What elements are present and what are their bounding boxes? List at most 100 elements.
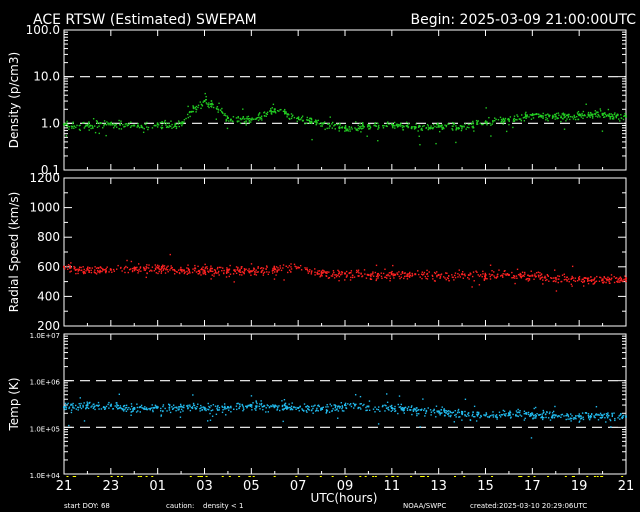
data-point: [429, 409, 432, 411]
data-point: [92, 118, 95, 120]
data-point: [226, 270, 228, 272]
data-point: [208, 106, 210, 109]
data-point: [418, 273, 420, 276]
data-point: [590, 111, 592, 114]
data-point: [230, 411, 232, 413]
data-point: [573, 416, 575, 419]
data-point: [147, 128, 149, 131]
data-point: [581, 112, 583, 115]
data-point: [278, 110, 280, 112]
data-point: [548, 280, 550, 282]
data-point: [79, 129, 81, 132]
data-point: [367, 124, 369, 126]
caution-mark: [359, 476, 362, 477]
data-point: [235, 272, 238, 274]
data-point: [345, 128, 347, 131]
data-point: [234, 269, 236, 271]
data-point: [533, 278, 535, 280]
data-point: [560, 416, 562, 418]
data-point: [361, 275, 363, 278]
data-point: [79, 124, 81, 126]
data-point: [241, 274, 243, 276]
data-point: [216, 407, 218, 410]
x-tick-label: 01: [149, 479, 166, 494]
data-point: [279, 265, 281, 267]
caution-mark: [533, 476, 536, 477]
data-point: [211, 267, 214, 270]
y-tick-label: 1.0E+06: [30, 379, 61, 387]
data-point: [93, 125, 96, 127]
data-point: [431, 275, 434, 277]
data-point: [290, 407, 293, 410]
data-point: [157, 267, 160, 269]
data-point: [99, 266, 102, 268]
data-point: [165, 269, 167, 271]
data-point: [156, 126, 159, 128]
data-point: [540, 273, 543, 275]
data-point: [362, 127, 364, 130]
data-point: [94, 269, 96, 271]
data-point: [221, 107, 223, 110]
data-point: [160, 415, 162, 417]
data-point: [378, 124, 380, 127]
data-point: [99, 122, 101, 125]
data-point: [311, 138, 313, 141]
data-point: [66, 403, 68, 406]
data-point: [157, 272, 159, 275]
data-point: [225, 414, 227, 416]
data-point: [255, 400, 257, 402]
data-point: [558, 114, 560, 116]
data-point: [472, 126, 475, 129]
y-axis-label: Density (p/cm3): [7, 52, 21, 148]
data-point: [338, 270, 340, 273]
data-point: [551, 412, 554, 414]
data-point: [217, 409, 219, 411]
data-point: [208, 102, 210, 104]
caution-mark: [137, 476, 140, 477]
data-point: [344, 124, 347, 127]
data-point: [591, 117, 594, 119]
data-point: [223, 403, 226, 405]
data-point: [574, 280, 577, 282]
data-point: [563, 115, 565, 117]
data-point: [609, 118, 611, 120]
data-point: [145, 268, 147, 270]
data-point: [125, 265, 127, 268]
data-point: [286, 116, 288, 118]
data-point: [500, 118, 503, 121]
data-point: [418, 413, 420, 415]
data-point: [95, 273, 98, 275]
data-point: [467, 412, 470, 414]
data-point: [276, 409, 278, 411]
data-point: [417, 270, 419, 272]
data-point: [536, 413, 538, 415]
data-point: [260, 404, 262, 406]
data-point: [594, 277, 596, 279]
data-point: [586, 116, 588, 119]
data-point: [382, 125, 384, 127]
data-point: [345, 127, 347, 129]
data-point: [288, 269, 291, 271]
data-point: [375, 279, 377, 282]
data-point: [202, 273, 204, 275]
data-point: [349, 130, 351, 132]
data-point: [551, 117, 554, 119]
data-point: [402, 272, 404, 274]
data-point: [222, 267, 224, 269]
data-point: [516, 268, 519, 271]
data-point: [188, 271, 191, 273]
data-point: [207, 105, 209, 107]
data-point: [571, 417, 573, 420]
data-point: [290, 405, 293, 407]
data-point: [580, 280, 583, 283]
data-point: [138, 268, 140, 271]
data-point: [524, 417, 526, 420]
data-point: [166, 125, 169, 128]
data-point: [296, 120, 299, 123]
data-point: [390, 404, 393, 407]
data-point: [506, 274, 508, 276]
data-point: [64, 405, 66, 408]
data-point: [612, 116, 615, 118]
data-point: [489, 278, 492, 280]
data-point: [485, 413, 488, 416]
